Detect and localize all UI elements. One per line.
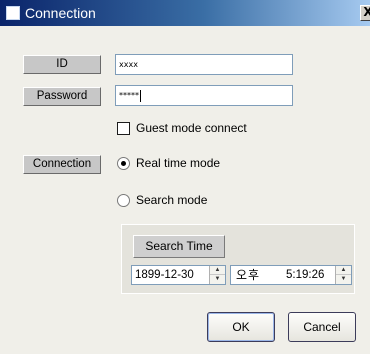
time-picker[interactable]: 오후 5:19:26 ▲ ▼ [230, 265, 352, 285]
connection-dialog: Connection X ID xxxx Password ***** Gues… [0, 0, 370, 354]
ampm-value: 오후 [236, 268, 261, 282]
spin-up-icon[interactable]: ▲ [336, 266, 351, 275]
password-input[interactable]: ***** [115, 85, 293, 106]
spin-down-icon[interactable]: ▼ [336, 275, 351, 284]
date-value: 1899-12-30 [135, 269, 194, 281]
date-picker[interactable]: 1899-12-30 ▲ ▼ [131, 265, 226, 285]
connection-label: Connection [23, 155, 101, 174]
guest-mode-checkbox[interactable] [117, 122, 130, 135]
spin-up-icon[interactable]: ▲ [210, 266, 225, 275]
password-label: Password [23, 87, 101, 106]
window-icon [6, 6, 20, 20]
guest-mode-label: Guest mode connect [136, 121, 247, 135]
time-value: 5:19:26 [286, 269, 325, 281]
id-input-value: xxxx [119, 60, 138, 69]
real-time-mode-radio[interactable] [117, 157, 130, 170]
time-spinner[interactable]: ▲ ▼ [335, 266, 351, 284]
search-mode-radio[interactable] [117, 194, 130, 207]
close-icon: X [363, 5, 370, 19]
close-button[interactable]: X [360, 5, 370, 21]
search-time-button[interactable]: Search Time [133, 235, 225, 258]
spin-down-icon[interactable]: ▼ [210, 275, 225, 284]
title-bar[interactable]: Connection X [0, 0, 370, 26]
real-time-mode-label: Real time mode [136, 156, 221, 170]
id-label: ID [23, 55, 101, 74]
ok-button[interactable]: OK [207, 312, 275, 342]
password-input-value: ***** [119, 91, 139, 100]
cancel-button[interactable]: Cancel [288, 312, 356, 342]
search-mode-label: Search mode [136, 193, 208, 207]
text-caret [140, 89, 141, 102]
date-spinner[interactable]: ▲ ▼ [209, 266, 225, 284]
window-title: Connection [25, 5, 96, 21]
id-input[interactable]: xxxx [115, 54, 293, 75]
